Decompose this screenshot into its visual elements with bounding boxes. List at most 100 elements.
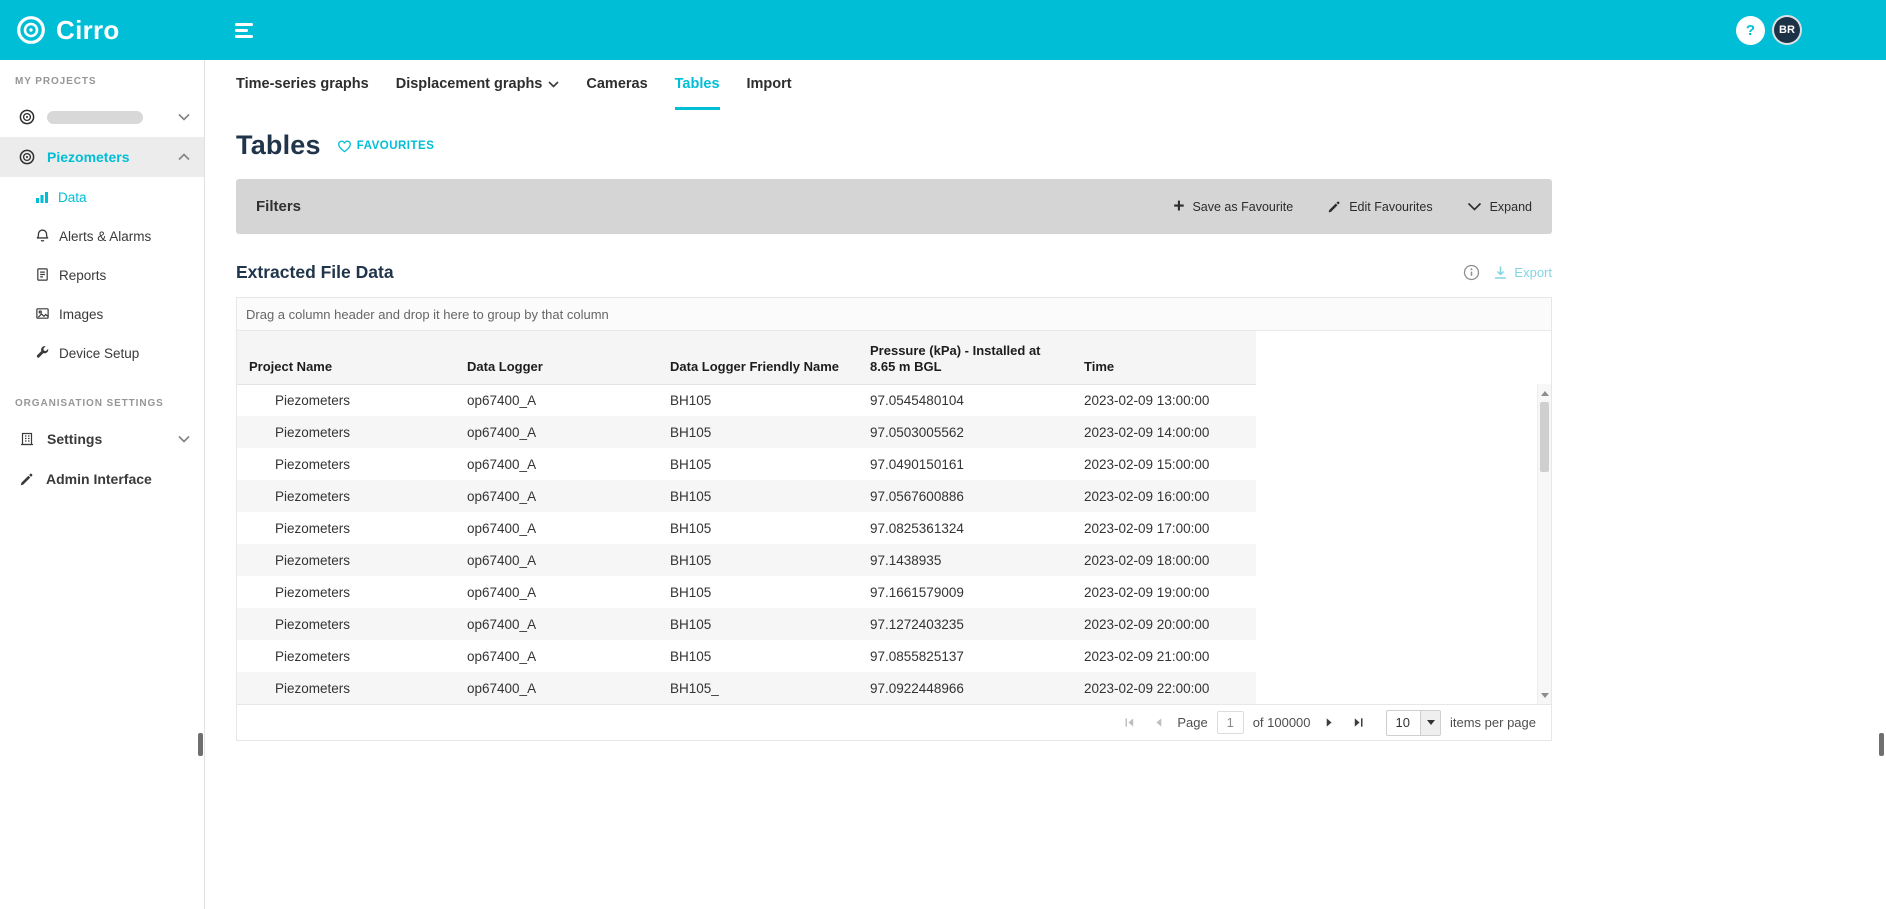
column-header[interactable]: Pressure (kPa) - Installed at 8.65 m BGL (858, 331, 1072, 384)
edit-favourites-button[interactable]: Edit Favourites (1327, 200, 1432, 214)
tab-tables[interactable]: Tables (675, 76, 720, 110)
section-title: Extracted File Data (236, 262, 394, 283)
table-cell: BH105 (658, 544, 858, 576)
table-row[interactable]: Piezometersop67400_ABH10597.054548010420… (237, 384, 1256, 416)
pencil-icon (19, 472, 34, 487)
organisation-settings-label: ORGANISATION SETTINGS (0, 372, 204, 419)
table-cell: 97.1272403235 (858, 608, 1072, 640)
table-cell: 2023-02-09 21:00:00 (1072, 640, 1256, 672)
table-row[interactable]: Piezometersop67400_ABH10597.082536132420… (237, 512, 1256, 544)
table-row[interactable]: Piezometersop67400_ABH10597.14389352023-… (237, 544, 1256, 576)
cirro-logo-icon (16, 15, 46, 45)
tab-label: Time-series graphs (236, 76, 369, 92)
table-cell: BH105_ (658, 672, 858, 704)
download-icon (1493, 265, 1508, 280)
sidebar-item-project[interactable] (0, 97, 204, 137)
page-scrollbar-thumb[interactable] (1879, 733, 1884, 756)
target-icon (19, 109, 35, 125)
table-cell: BH105 (658, 576, 858, 608)
table-row[interactable]: Piezometersop67400_ABH10597.056760088620… (237, 480, 1256, 512)
table-row[interactable]: Piezometersop67400_ABH10597.050300556220… (237, 416, 1256, 448)
page-size-select[interactable]: 10 (1386, 710, 1441, 736)
table-cell: op67400_A (455, 640, 658, 672)
table-row[interactable]: Piezometersop67400_ABH10597.085582513720… (237, 640, 1256, 672)
report-icon (35, 267, 50, 282)
table-cell: 97.0922448966 (858, 672, 1072, 704)
sidebar-item-images[interactable]: Images (0, 294, 204, 333)
table-cell: 97.0567600886 (858, 480, 1072, 512)
table-row[interactable]: Piezometersop67400_ABH10597.049015016120… (237, 448, 1256, 480)
table-row[interactable]: Piezometersop67400_ABH10597.166157900920… (237, 576, 1256, 608)
page-title: Tables (236, 130, 321, 161)
sidebar-item-settings[interactable]: Settings (0, 419, 204, 459)
sidebar-item-reports[interactable]: Reports (0, 255, 204, 294)
save-as-favourite-label: Save as Favourite (1192, 200, 1293, 214)
sidebar-item-device-setup[interactable]: Device Setup (0, 333, 204, 372)
favourites-label: FAVOURITES (357, 140, 435, 152)
group-drop-zone[interactable]: Drag a column header and drop it here to… (237, 298, 1551, 331)
data-grid: Drag a column header and drop it here to… (236, 297, 1552, 741)
table-cell: Piezometers (237, 384, 455, 416)
table-cell: op67400_A (455, 544, 658, 576)
tab-time-series-graphs[interactable]: Time-series graphs (236, 76, 369, 110)
main-content: Time-series graphs Displacement graphs C… (206, 60, 1886, 909)
scroll-up-icon[interactable] (1538, 386, 1551, 400)
table-cell: BH105 (658, 608, 858, 640)
column-header[interactable]: Data Logger Friendly Name (658, 331, 858, 384)
sidebar-item-data[interactable]: Data (0, 177, 204, 216)
table-cell: Piezometers (237, 576, 455, 608)
table-cell: 97.0545480104 (858, 384, 1072, 416)
table-cell: op67400_A (455, 384, 658, 416)
sidebar-item-label: Alerts & Alarms (59, 228, 151, 244)
table-cell: Piezometers (237, 480, 455, 512)
sidebar-item-label: Device Setup (59, 345, 139, 361)
page-number-input[interactable] (1217, 711, 1244, 734)
tab-bar: Time-series graphs Displacement graphs C… (236, 76, 1552, 110)
scroll-down-icon[interactable] (1538, 688, 1551, 702)
table-cell: 2023-02-09 20:00:00 (1072, 608, 1256, 640)
next-page-button[interactable] (1320, 713, 1340, 733)
sidebar-item-piezometers[interactable]: Piezometers (0, 137, 204, 177)
table-row[interactable]: Piezometersop67400_ABH105_97.09224489662… (237, 672, 1256, 704)
sidebar-item-label: Reports (59, 267, 106, 283)
tab-displacement-graphs[interactable]: Displacement graphs (396, 76, 560, 110)
sidebar-toggle-button[interactable] (229, 17, 259, 44)
previous-page-button[interactable] (1148, 713, 1168, 733)
sidebar: MY PROJECTS Piezometers Data (0, 60, 205, 909)
column-header[interactable]: Project Name (237, 331, 455, 384)
first-page-button[interactable] (1119, 713, 1139, 733)
table-row[interactable]: Piezometersop67400_ABH10597.127240323520… (237, 608, 1256, 640)
save-as-favourite-button[interactable]: + Save as Favourite (1173, 200, 1293, 214)
avatar[interactable]: BR (1772, 15, 1802, 45)
chevron-down-icon (1420, 711, 1440, 735)
sidebar-item-label: Data (58, 189, 87, 205)
table-body: Piezometersop67400_ABH10597.054548010420… (237, 384, 1256, 704)
column-header[interactable]: Data Logger (455, 331, 658, 384)
expand-filters-button[interactable]: Expand (1467, 200, 1532, 214)
brand-name: Cirro (56, 15, 120, 46)
tab-import[interactable]: Import (747, 76, 792, 110)
sidebar-item-alerts-alarms[interactable]: Alerts & Alarms (0, 216, 204, 255)
table-cell: op67400_A (455, 672, 658, 704)
wrench-icon (35, 345, 50, 360)
pencil-icon (1327, 200, 1341, 214)
last-page-button[interactable] (1349, 713, 1369, 733)
table-cell: 2023-02-09 13:00:00 (1072, 384, 1256, 416)
brand[interactable]: Cirro (0, 15, 205, 46)
table-scrollbar-thumb[interactable] (1540, 402, 1549, 472)
sidebar-item-admin-interface[interactable]: Admin Interface (0, 459, 204, 499)
help-button[interactable]: ? (1736, 16, 1765, 45)
target-icon (19, 149, 35, 165)
sidebar-item-label: Settings (47, 431, 102, 447)
table-scrollbar[interactable] (1537, 384, 1551, 704)
column-header[interactable]: Time (1072, 331, 1256, 384)
favourites-link[interactable]: FAVOURITES (337, 139, 435, 153)
info-icon[interactable] (1463, 264, 1480, 281)
plus-icon: + (1173, 200, 1184, 214)
export-link[interactable]: Export (1493, 265, 1552, 280)
table-header-row: Project NameData LoggerData Logger Frien… (237, 331, 1256, 384)
table-cell: 2023-02-09 22:00:00 (1072, 672, 1256, 704)
tab-cameras[interactable]: Cameras (586, 76, 647, 110)
sidebar-scrollbar-thumb[interactable] (198, 733, 203, 756)
table-cell: 2023-02-09 17:00:00 (1072, 512, 1256, 544)
